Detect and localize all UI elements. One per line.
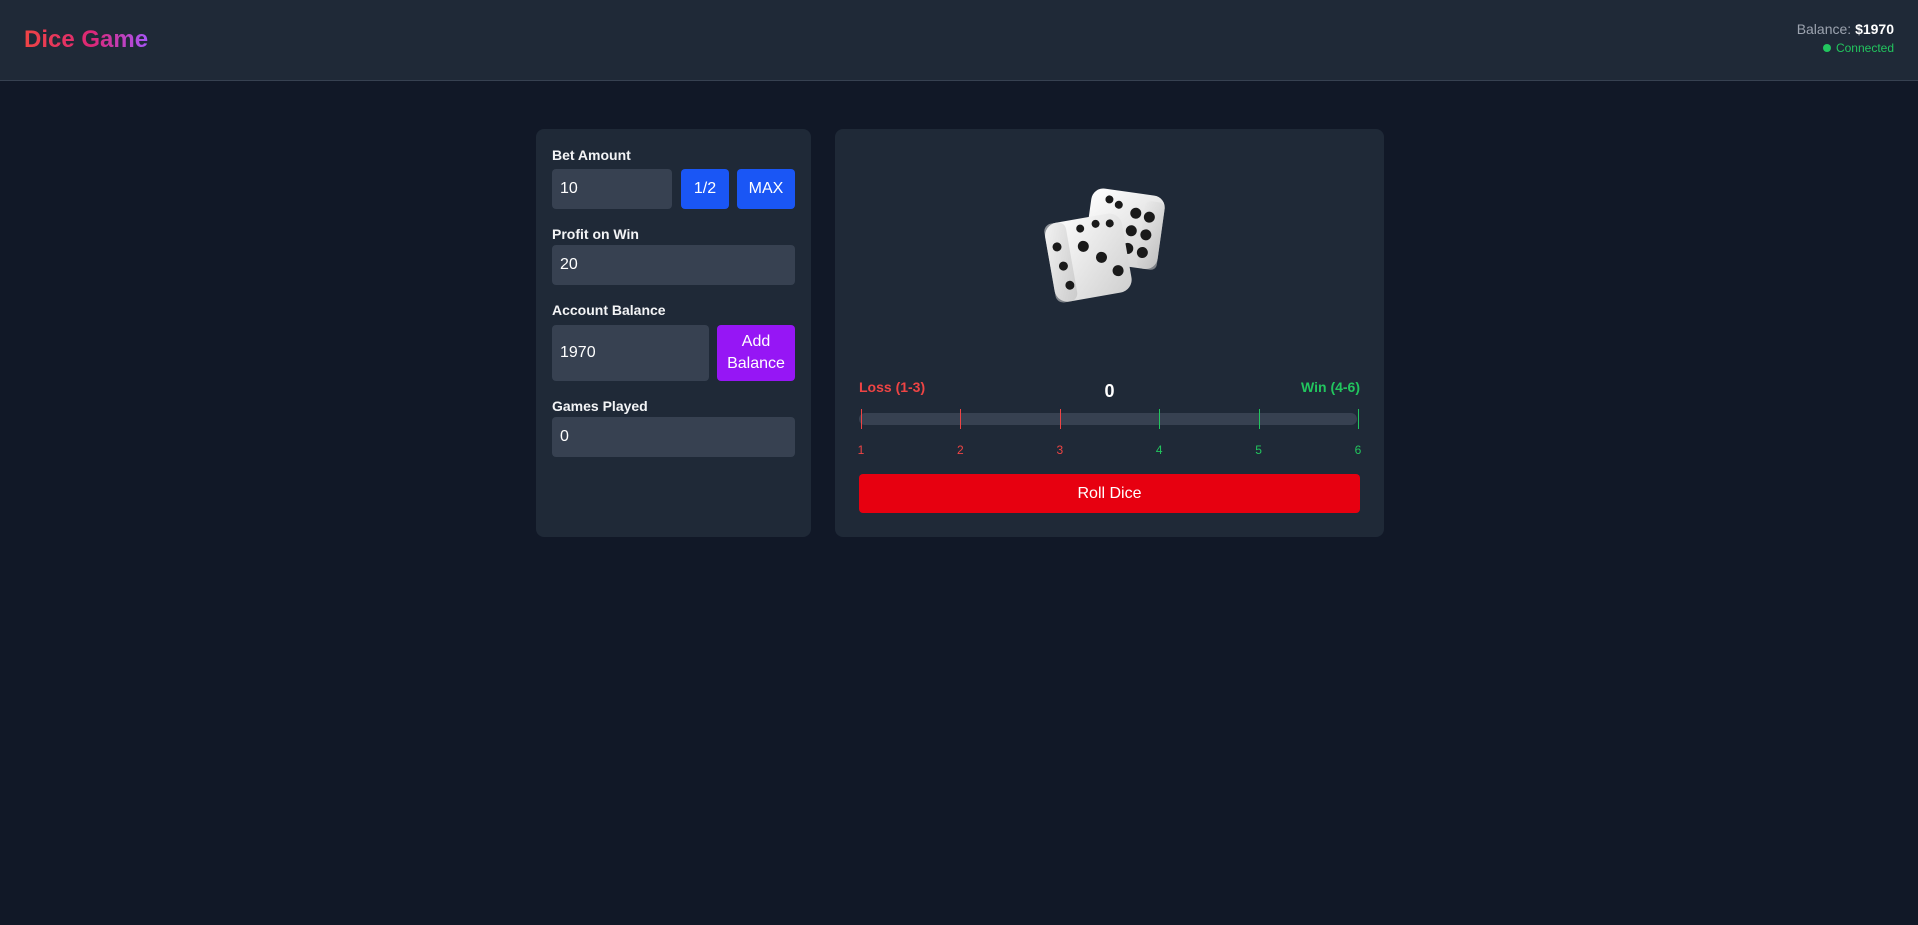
account-balance-input[interactable] [552, 325, 709, 381]
roll-dice-button[interactable]: Roll Dice [859, 474, 1360, 513]
app-title: Dice Game [24, 26, 149, 53]
status-dot-icon [1822, 44, 1831, 52]
bet-settings-panel: Bet Amount 1/2 MAX Profit on Win Account… [536, 129, 811, 537]
game-panel: Loss (1-3) 0 Win (4-6) 123456 Roll Dice [835, 129, 1384, 537]
range-tick-label-2: 2 [957, 443, 964, 457]
range-tick-label-4: 4 [1155, 443, 1163, 457]
bet-amount-label: Bet Amount [552, 147, 631, 163]
half-bet-button[interactable]: 1/2 [681, 169, 729, 209]
profit-on-win-input[interactable] [552, 245, 795, 285]
account-balance-label: Account Balance [552, 302, 666, 318]
connection-status: Connected [1822, 41, 1894, 55]
range-tick-label-5: 5 [1255, 443, 1262, 457]
range-tick-3 [1059, 409, 1061, 429]
range-tick-2 [960, 409, 962, 429]
add-balance-line1: Add [741, 332, 771, 350]
top-header: Dice Game Balance: $1970 Connected [0, 0, 1918, 81]
profit-on-win-label: Profit on Win [552, 226, 639, 242]
games-played-input[interactable] [552, 417, 795, 457]
bet-amount-input[interactable] [552, 169, 672, 209]
connection-status-text: Connected [1835, 41, 1894, 55]
range-tick-1 [861, 409, 862, 429]
header-balance-label: Balance: [1796, 21, 1852, 37]
roll-range-track [859, 413, 1357, 425]
range-tick-6 [1358, 409, 1359, 429]
max-bet-button[interactable]: MAX [737, 169, 795, 209]
range-tick-label-6: 6 [1354, 443, 1362, 457]
two-dice-icon [1035, 177, 1185, 317]
games-played-label: Games Played [552, 398, 648, 414]
add-balance-button[interactable]: Add Balance [717, 325, 795, 381]
add-balance-line2: Balance [727, 355, 785, 372]
range-tick-label-3: 3 [1056, 443, 1064, 457]
range-tick-5 [1258, 409, 1260, 429]
header-balance-value: $1970 [1855, 21, 1894, 37]
range-tick-label-1: 1 [857, 443, 865, 457]
win-range-label: Win (4-6) [1301, 379, 1360, 395]
range-tick-4 [1159, 409, 1161, 429]
header-balance: Balance: $1970 [1797, 21, 1894, 37]
